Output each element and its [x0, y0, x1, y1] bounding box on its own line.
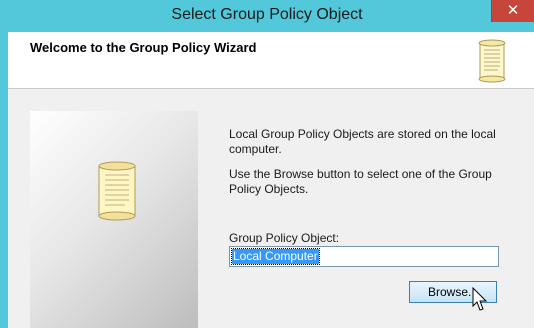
browse-instructions: Use the Browse button to select one of t…	[229, 167, 492, 196]
scroll-icon	[89, 158, 145, 229]
mouse-pointer-icon	[472, 286, 488, 318]
gpo-field-label: Group Policy Object:	[229, 231, 340, 245]
wizard-header: Welcome to the Group Policy Wizard	[8, 32, 534, 89]
dialog-client-area: Welcome to the Group Policy Wizard Local…	[8, 32, 534, 328]
gpo-input-value: Local Computer	[231, 248, 320, 265]
scroll-icon	[474, 38, 510, 89]
wizard-title: Welcome to the Group Policy Wizard	[30, 40, 257, 55]
dialog-window: Select Group Policy Object ✕ Welcome to …	[0, 0, 534, 328]
wizard-side-panel	[30, 111, 198, 328]
title-bar[interactable]: Select Group Policy Object ✕	[0, 0, 534, 32]
close-button[interactable]: ✕	[491, 0, 534, 22]
local-gpo-description: Local Group Policy Objects are stored on…	[229, 127, 496, 156]
window-title: Select Group Policy Object	[171, 6, 363, 23]
gpo-input[interactable]: Local Computer	[229, 246, 499, 267]
